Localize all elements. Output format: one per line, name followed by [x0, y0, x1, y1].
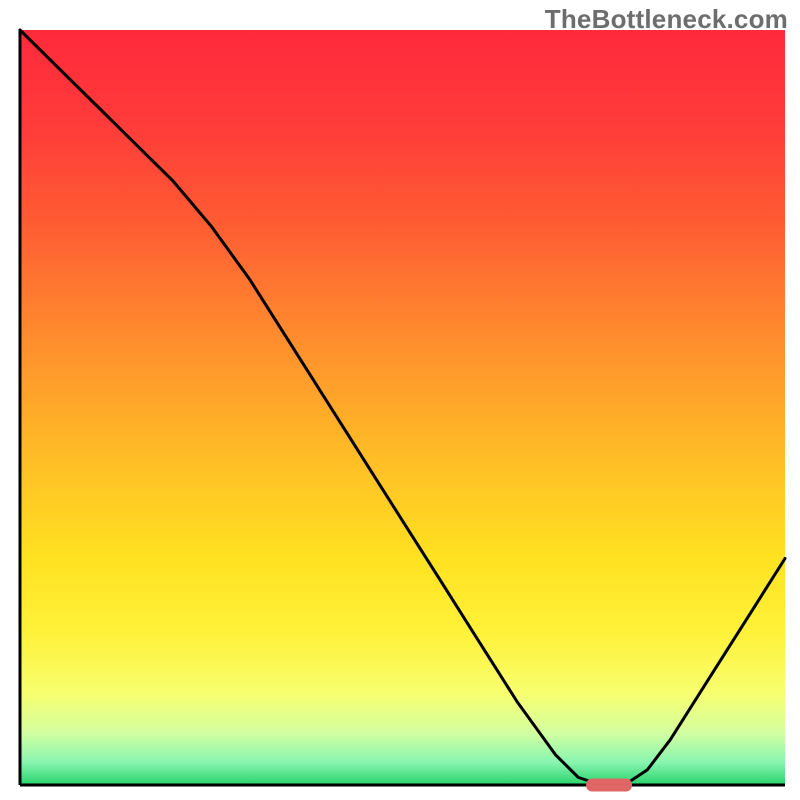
watermark-text: TheBottleneck.com	[545, 4, 788, 35]
chart-container: TheBottleneck.com	[0, 0, 800, 800]
optimal-zone-marker	[586, 779, 632, 792]
bottleneck-chart	[0, 0, 800, 800]
